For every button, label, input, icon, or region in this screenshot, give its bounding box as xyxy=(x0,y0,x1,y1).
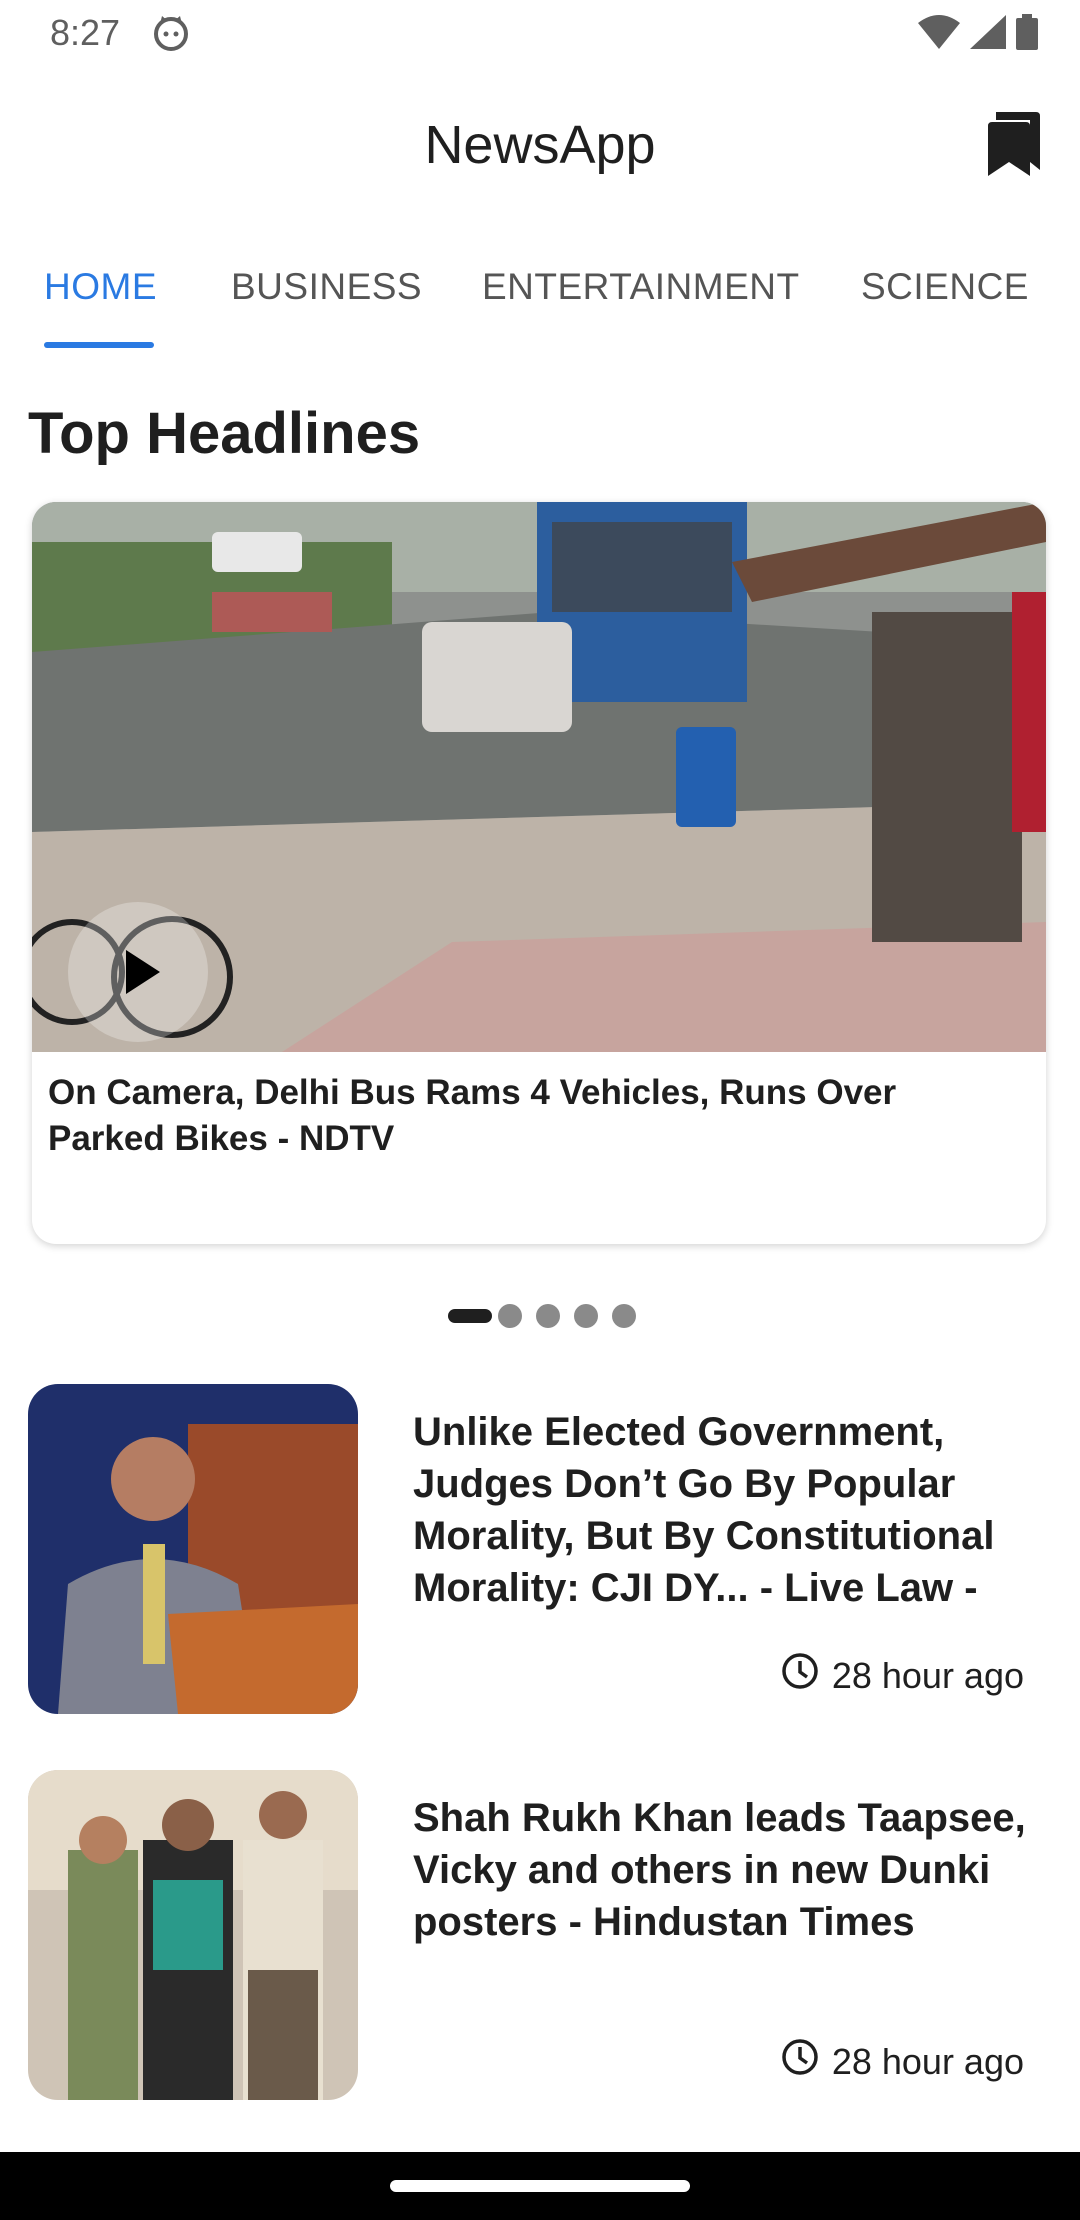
battery-icon xyxy=(1016,14,1038,55)
news-list-item[interactable]: Unlike Elected Government, Judges Don’t … xyxy=(28,1384,1058,1714)
wifi-icon xyxy=(918,15,960,54)
play-icon[interactable] xyxy=(68,902,208,1042)
section-title: Top Headlines xyxy=(28,401,421,466)
news-time-label: 28 hour ago xyxy=(831,1654,1024,1696)
tab-home[interactable]: HOME xyxy=(44,266,157,308)
app-bar: NewsApp xyxy=(0,66,1080,226)
news-thumbnail xyxy=(28,1770,358,2100)
carousel-dot[interactable] xyxy=(536,1304,560,1328)
bookmark-icon[interactable] xyxy=(982,108,1046,178)
featured-news-card[interactable]: On Camera, Delhi Bus Rams 4 Vehicles, Ru… xyxy=(32,502,1046,1244)
tab-science[interactable]: SCIENCE xyxy=(861,266,1029,308)
featured-news-image xyxy=(32,502,1046,1052)
news-title: Unlike Elected Government, Judges Don’t … xyxy=(413,1410,995,1610)
tab-entertainment[interactable]: ENTERTAINMENT xyxy=(482,266,800,308)
carousel-indicator xyxy=(448,1302,636,1330)
carousel-dot[interactable] xyxy=(612,1304,636,1328)
carousel-dot[interactable] xyxy=(574,1304,598,1328)
news-thumbnail xyxy=(28,1384,358,1714)
home-gesture-pill[interactable] xyxy=(390,2180,690,2192)
status-time: 8:27 xyxy=(50,12,121,53)
status-bar: 8:27 xyxy=(0,0,1080,66)
news-time: 28 hour ago xyxy=(780,2037,1024,2086)
clock-icon xyxy=(780,1651,820,1700)
tab-business[interactable]: BUSINESS xyxy=(231,266,422,308)
category-tabs: HOME BUSINESS ENTERTAINMENT SCIENCE xyxy=(0,226,1080,350)
news-time-label: 28 hour ago xyxy=(831,2040,1024,2082)
signal-icon xyxy=(970,15,1006,54)
featured-news-title: On Camera, Delhi Bus Rams 4 Vehicles, Ru… xyxy=(48,1073,897,1158)
clock-icon xyxy=(780,2037,820,2086)
news-title: Shah Rukh Khan leads Taapsee, Vicky and … xyxy=(413,1796,1026,1944)
carousel-dot[interactable] xyxy=(498,1304,522,1328)
news-time: 28 hour ago xyxy=(780,1651,1024,1700)
cat-icon xyxy=(152,14,190,57)
news-list-item[interactable]: Shah Rukh Khan leads Taapsee, Vicky and … xyxy=(28,1770,1058,2100)
app-title: NewsApp xyxy=(424,115,656,175)
carousel-dot[interactable] xyxy=(448,1309,492,1323)
system-nav-bar xyxy=(0,2152,1080,2220)
tab-indicator xyxy=(44,342,154,348)
